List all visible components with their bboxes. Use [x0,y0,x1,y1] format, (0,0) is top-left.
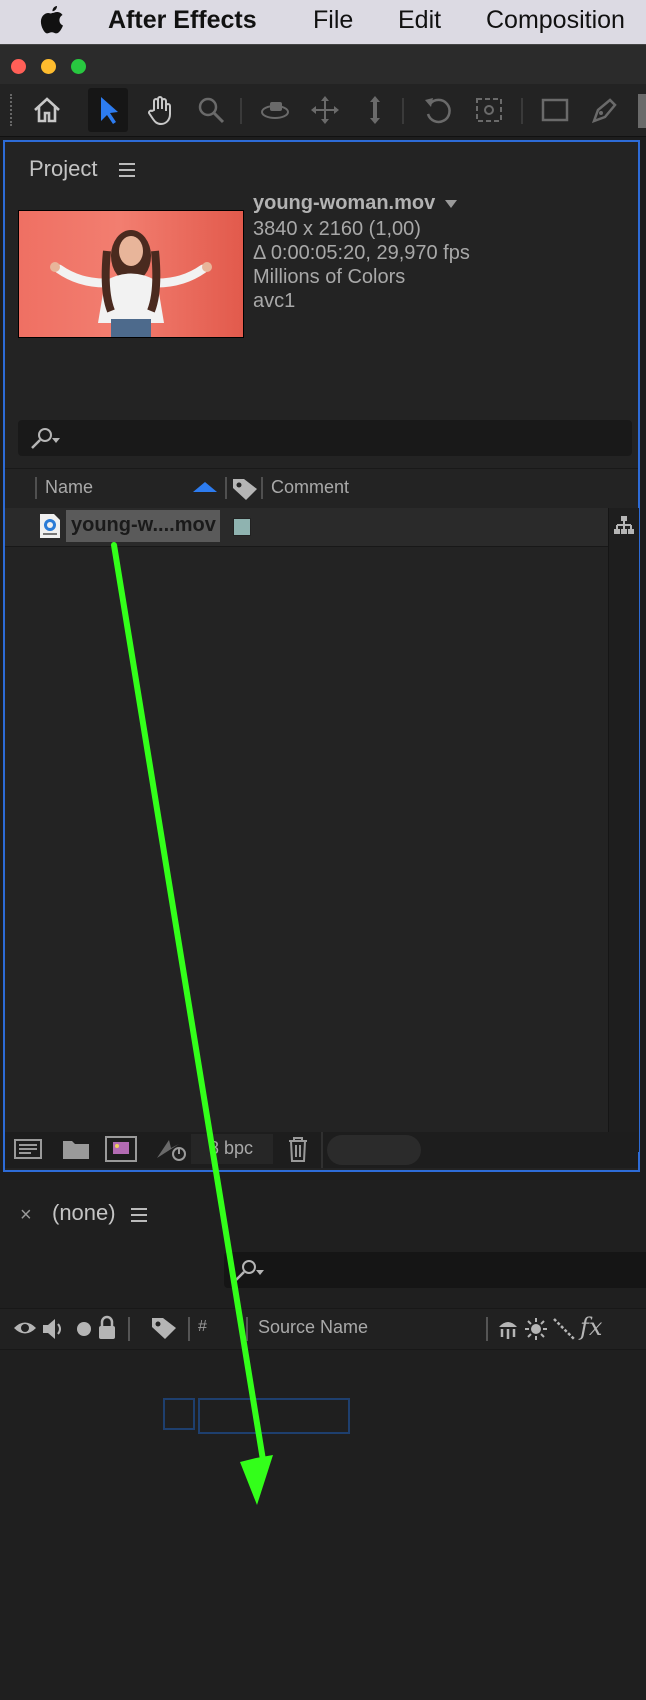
toolbar-grip[interactable] [10,94,16,126]
trash-icon[interactable] [285,1134,311,1164]
bit-depth-button[interactable]: 8 bpc [191,1134,273,1164]
project-search-input[interactable] [18,420,632,456]
timeline-column-header: # Source Name fx [0,1308,646,1350]
solo-dot-icon[interactable] [77,1322,91,1336]
panel-menu-icon[interactable] [119,163,135,177]
project-panel: Project young-woman.mov 3840 x 2160 (1,0… [3,140,640,1172]
panel-menu-icon[interactable] [131,1208,147,1222]
search-icon [235,1260,264,1281]
close-icon[interactable]: × [20,1204,32,1227]
rotation-tool-icon[interactable] [418,88,458,132]
interpret-footage-icon[interactable] [11,1136,45,1162]
footer-divider [321,1132,323,1168]
window-titlebar [0,44,646,85]
layer-number-header[interactable]: # [198,1318,207,1336]
bit-depth-label: 8 bpc [209,1138,254,1158]
column-divider [128,1317,130,1341]
menu-edit[interactable]: Edit [398,6,441,35]
timeline-search-input[interactable] [224,1252,646,1288]
effects-fx-icon[interactable]: fx [580,1313,602,1341]
collapse-sun-icon[interactable] [524,1317,548,1341]
column-divider [225,477,227,499]
drop-target-box-wide [198,1398,350,1434]
label-color-swatch[interactable] [233,518,251,536]
toolbar-separator [521,98,523,124]
column-divider [246,1317,248,1341]
minimize-window-button[interactable] [41,59,56,74]
anchor-point-tool-icon[interactable] [469,88,509,132]
shy-layer-icon[interactable] [496,1317,520,1341]
quality-icon[interactable] [552,1317,576,1341]
eye-icon[interactable] [12,1317,38,1339]
project-settings-icon[interactable] [153,1134,189,1164]
pen-tool-icon[interactable] [584,88,624,132]
column-comment-header[interactable]: Comment [271,477,349,498]
menu-file[interactable]: File [313,6,353,35]
sort-ascending-icon[interactable] [193,482,217,492]
preview-filename[interactable]: young-woman.mov [253,192,457,215]
quicktime-file-icon [40,514,60,538]
project-right-strip [608,508,639,1152]
project-item-row[interactable]: young-w....mov [5,508,609,547]
macos-menubar: After Effects File Edit Composition [0,0,646,44]
timeline-title[interactable]: (none) [52,1200,116,1226]
column-name-header[interactable]: Name [45,477,93,498]
drop-target-box-small [163,1398,195,1430]
source-name-header[interactable]: Source Name [258,1317,368,1338]
close-window-button[interactable] [11,59,26,74]
project-footer: 8 bpc [5,1132,638,1168]
zoom-tool-icon[interactable] [191,88,231,132]
toolbar-overflow[interactable] [638,94,646,128]
dropdown-triangle-icon[interactable] [444,199,457,208]
label-tag-icon[interactable] [150,1316,178,1342]
search-icon [31,428,60,449]
flowchart-icon[interactable] [612,514,636,538]
column-divider [486,1317,488,1341]
item-name[interactable]: young-w....mov [71,514,216,537]
selection-tool-icon[interactable] [88,88,128,132]
home-icon[interactable] [27,88,67,132]
column-divider [188,1317,190,1341]
timeline-panel: × (none) # Source Name fx [0,1180,646,1700]
apple-logo-icon[interactable] [38,4,66,43]
zoom-window-button[interactable] [71,59,86,74]
pan-camera-icon[interactable] [305,88,345,132]
column-divider [261,477,263,499]
preview-filename-text: young-woman.mov [253,192,436,214]
orbit-camera-icon[interactable] [255,88,295,132]
preview-duration: Δ 0:00:05:20, 29,970 fps [253,242,470,264]
dolly-camera-icon[interactable] [355,88,395,132]
hand-tool-icon[interactable] [140,88,180,132]
new-composition-icon[interactable] [103,1134,139,1164]
toolbar-separator [240,98,242,124]
project-column-header: Name Comment [5,468,638,507]
project-panel-title[interactable]: Project [29,156,97,182]
new-folder-icon[interactable] [61,1136,91,1162]
rectangle-tool-icon[interactable] [535,88,575,132]
footage-thumbnail [18,210,244,338]
preview-dimensions: 3840 x 2160 (1,00) [253,218,421,240]
lock-icon[interactable] [96,1315,118,1341]
preview-colors: Millions of Colors [253,266,406,288]
tools-toolbar [0,84,646,137]
label-tag-icon[interactable] [231,477,259,501]
footer-slider[interactable] [327,1135,421,1165]
audio-speaker-icon[interactable] [40,1317,66,1341]
preview-codec: avc1 [253,290,296,312]
app-menu-after-effects[interactable]: After Effects [108,6,257,35]
toolbar-separator [402,98,404,124]
menu-composition[interactable]: Composition [486,6,625,35]
column-divider [35,477,37,499]
